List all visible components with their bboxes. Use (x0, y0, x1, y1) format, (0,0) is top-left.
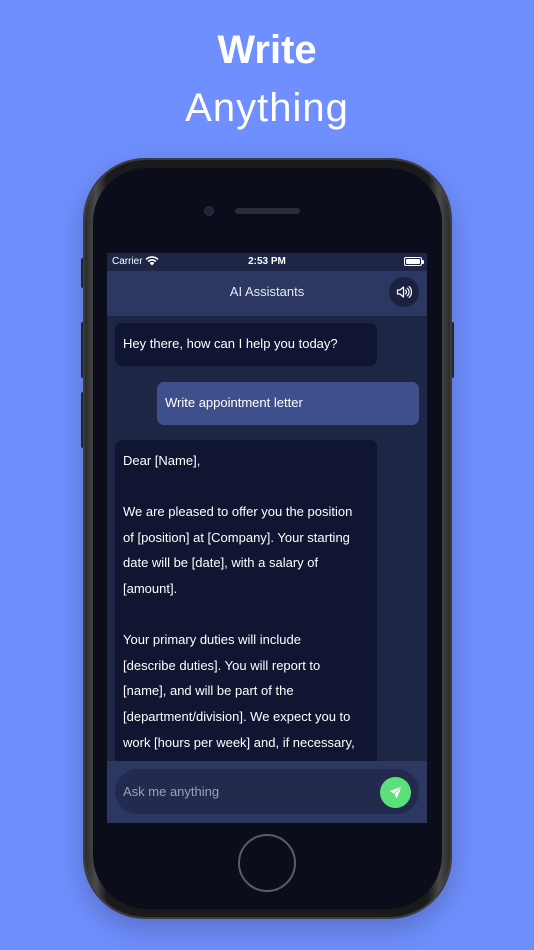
message-line: of [position] at [Company]. Your startin… (123, 529, 350, 545)
message-line: [amount]. (123, 580, 178, 596)
battery-icon (404, 257, 424, 266)
message-line: [department/division]. We expect you to (123, 708, 351, 724)
send-button[interactable] (380, 777, 411, 808)
status-bar: Carrier 2:53 PM (107, 253, 427, 271)
user-message: Write appointment letter (157, 382, 419, 425)
message-line: work [hours per week] and, if necessary, (123, 734, 355, 750)
status-time: 2:53 PM (248, 256, 286, 267)
message-text: Hey there, how can I help you today? (123, 336, 338, 351)
message-line: Dear [Name], (123, 453, 201, 468)
assistant-message: Dear [Name], We are pleased to offer you… (115, 440, 377, 761)
speaker-volume-icon (396, 286, 412, 298)
message-input[interactable] (115, 769, 419, 814)
message-line: [name], and will be part of the (123, 683, 294, 699)
message-line: date will be [date], with a salary of (123, 555, 319, 571)
nav-title: AI Assistants (229, 284, 305, 299)
earpiece-speaker (235, 208, 300, 214)
front-camera (204, 206, 214, 216)
home-button[interactable] (238, 834, 296, 892)
message-line: [describe duties]. You will report to (123, 657, 321, 673)
nav-bar: AI Assistants (107, 271, 427, 316)
chat-thread[interactable]: Hey there, how can I help you today? Wri… (107, 316, 427, 761)
paper-plane-icon (389, 786, 402, 799)
message-line: We are pleased to offer you the position (123, 504, 353, 520)
promo-headline-bold: Write (217, 28, 317, 72)
app-screen: Carrier 2:53 PM AI Assistants Hey there,… (107, 253, 427, 823)
message-text: Write appointment letter (165, 395, 303, 410)
promo-headline-light: Anything (185, 86, 349, 130)
message-line: Your primary duties will include (123, 632, 301, 648)
composer-bar (107, 761, 427, 823)
assistant-message: Hey there, how can I help you today? (115, 323, 377, 366)
speaker-toggle-button[interactable] (389, 277, 419, 307)
